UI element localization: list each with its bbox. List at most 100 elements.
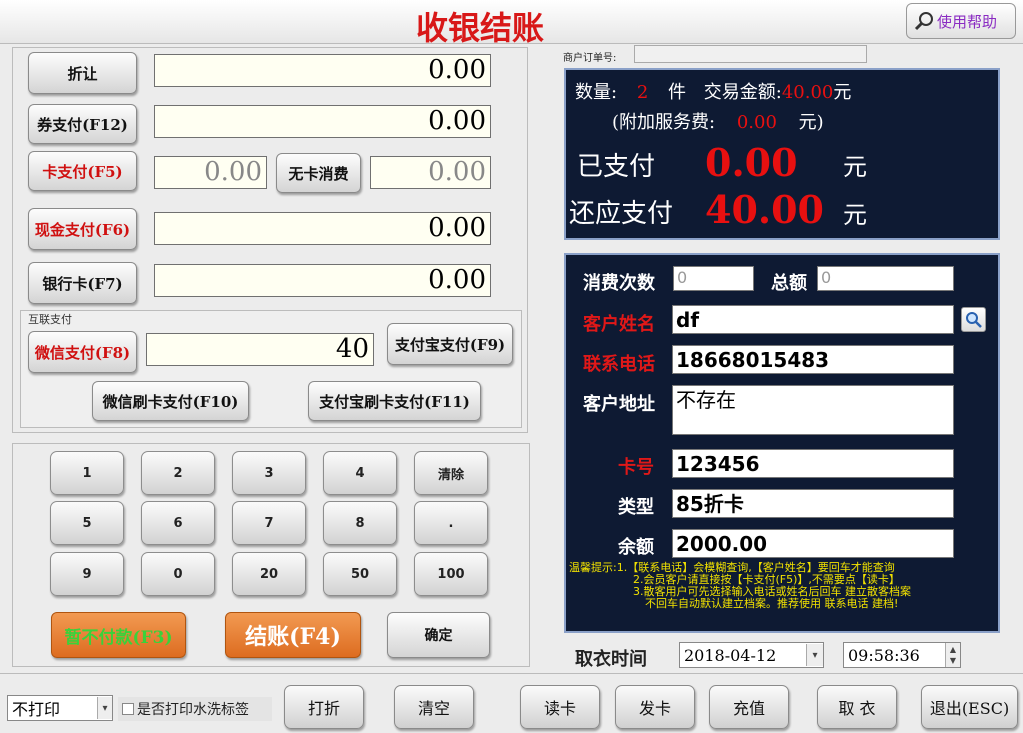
- card-pay-input[interactable]: 0.00: [154, 156, 267, 189]
- wechat-pay-input[interactable]: 40: [146, 333, 374, 366]
- keypad-key[interactable]: 0: [141, 552, 215, 596]
- recharge-button[interactable]: 充值: [709, 685, 789, 729]
- address-field[interactable]: 不存在: [672, 385, 954, 435]
- spin-down-icon[interactable]: ▼: [950, 655, 956, 666]
- keypad-key[interactable]: 100: [414, 552, 488, 596]
- alipay-swipe-button[interactable]: 支付宝刷卡支付(F11): [308, 381, 481, 421]
- amount-unit: 元: [833, 82, 852, 103]
- visits-field[interactable]: 0: [673, 266, 754, 291]
- amount-value: 40.00: [781, 82, 834, 103]
- paid-value: 0.00: [705, 140, 798, 185]
- order-number-field[interactable]: [634, 45, 867, 63]
- keypad-key[interactable]: 20: [232, 552, 306, 596]
- keypad-key[interactable]: .: [414, 501, 488, 545]
- exit-button[interactable]: 退出(ESC): [921, 685, 1018, 729]
- pickup-time-field[interactable]: 09:58:36 ▲ ▼: [843, 642, 961, 668]
- defer-payment-label: 暂不付款(F3): [64, 627, 173, 648]
- card-pay-button[interactable]: 卡支付(F5): [28, 151, 137, 191]
- keypad-key[interactable]: 7: [232, 501, 306, 545]
- paid-unit: 元: [843, 153, 867, 181]
- coupon-pay-button[interactable]: 券支付(F12): [28, 104, 137, 144]
- online-pay-group-label: 互联支付: [28, 313, 72, 326]
- customer-search-button[interactable]: [961, 307, 986, 332]
- keypad-key[interactable]: 8: [323, 501, 397, 545]
- help-button[interactable]: 使用帮助: [906, 3, 1016, 39]
- qty-value: 2: [636, 82, 649, 103]
- alipay-button[interactable]: 支付宝支付(F9): [387, 323, 513, 365]
- address-label: 客户地址: [583, 394, 655, 415]
- pickup-button[interactable]: 取 衣: [817, 685, 897, 729]
- page-title: 收银结账: [415, 9, 544, 47]
- phone-field[interactable]: 18668015483: [672, 345, 954, 374]
- keypad-key[interactable]: 9: [50, 552, 124, 596]
- cash-pay-input[interactable]: 0.00: [154, 212, 491, 245]
- search-icon: [965, 311, 982, 328]
- print-label-checkbox-label: 是否打印水洗标签: [137, 702, 249, 718]
- amount-label: 交易金额:: [703, 82, 782, 103]
- checkout-button[interactable]: 结账(F4): [225, 612, 361, 658]
- balance-label: 余额: [618, 537, 654, 558]
- print-label-checkbox-wrap[interactable]: 是否打印水洗标签: [118, 697, 272, 721]
- defer-payment-button[interactable]: 暂不付款(F3): [51, 612, 186, 658]
- customer-name-label: 客户姓名: [583, 314, 655, 335]
- total-field[interactable]: 0: [817, 266, 954, 291]
- service-value: 0.00: [736, 112, 777, 133]
- chevron-down-icon[interactable]: ▾: [806, 644, 823, 666]
- card-type-label: 类型: [618, 497, 654, 518]
- bottom-divider: [0, 673, 1023, 674]
- wechat-swipe-button[interactable]: 微信刷卡支付(F10): [92, 381, 249, 421]
- help-label: 使用帮助: [937, 12, 998, 31]
- chevron-down-icon[interactable]: ▾: [97, 697, 112, 719]
- phone-label: 联系电话: [583, 354, 655, 375]
- no-card-input[interactable]: 0.00: [370, 156, 491, 189]
- visits-label: 消费次数: [583, 273, 655, 294]
- paid-label: 已支付: [577, 152, 656, 182]
- summary-line2: (附加服务费: 0.00 元): [612, 108, 824, 134]
- pickup-label: 取衣时间: [575, 649, 647, 670]
- total-label: 总额: [771, 273, 807, 294]
- keypad-key[interactable]: 2: [141, 451, 215, 495]
- coupon-pay-input[interactable]: 0.00: [154, 105, 491, 138]
- card-type-field[interactable]: 85折卡: [672, 489, 954, 518]
- print-select[interactable]: 不打印 ▾: [7, 695, 113, 721]
- qty-unit: 件: [668, 82, 686, 103]
- keypad-key[interactable]: 清除: [414, 451, 488, 495]
- clear-button[interactable]: 清空: [394, 685, 474, 729]
- keypad-key[interactable]: 50: [323, 552, 397, 596]
- discount-input[interactable]: 0.00: [154, 54, 491, 87]
- order-number-label: 商户订单号:: [563, 53, 617, 64]
- spin-up-icon[interactable]: ▲: [950, 644, 956, 655]
- bank-card-button[interactable]: 银行卡(F7): [28, 262, 137, 304]
- wechat-pay-button[interactable]: 微信支付(F8): [28, 331, 137, 373]
- issue-card-button[interactable]: 发卡: [615, 685, 695, 729]
- keypad-key[interactable]: 5: [50, 501, 124, 545]
- time-spinner[interactable]: ▲ ▼: [945, 643, 960, 667]
- qty-label: 数量:: [575, 82, 618, 103]
- no-card-button[interactable]: 无卡消费: [276, 153, 361, 193]
- read-card-button[interactable]: 读卡: [520, 685, 600, 729]
- card-number-label: 卡号: [618, 457, 654, 478]
- customer-name-field[interactable]: df: [672, 305, 954, 334]
- service-label: (附加服务费:: [612, 112, 716, 133]
- balance-field[interactable]: 2000.00: [672, 529, 954, 558]
- discount-button[interactable]: 打折: [284, 685, 364, 729]
- due-unit: 元: [843, 201, 867, 229]
- discount-button[interactable]: 折让: [28, 52, 137, 94]
- keypad-key[interactable]: 3: [232, 451, 306, 495]
- print-select-value: 不打印: [12, 700, 61, 719]
- summary-line1: 数量: 2 件 交易金额:40.00元: [575, 78, 851, 104]
- cash-pay-button[interactable]: 现金支付(F6): [28, 208, 137, 250]
- keypad-key[interactable]: 4: [323, 451, 397, 495]
- keypad-key[interactable]: 6: [141, 501, 215, 545]
- confirm-button[interactable]: 确定: [387, 612, 490, 658]
- service-unit: 元): [798, 112, 824, 133]
- bank-card-input[interactable]: 0.00: [154, 264, 491, 297]
- tip-line: 不回车自动默认建立档案。推荐使用 联系电话 建档!: [645, 597, 899, 610]
- magnifier-icon: [914, 12, 933, 31]
- keypad-key[interactable]: 1: [50, 451, 124, 495]
- card-number-field[interactable]: 123456: [672, 449, 954, 478]
- print-label-checkbox[interactable]: [122, 703, 134, 715]
- due-value: 40.00: [705, 187, 824, 232]
- pickup-date-field[interactable]: 2018-04-12 ▾: [679, 642, 824, 668]
- checkout-label: 结账(F4): [245, 624, 341, 650]
